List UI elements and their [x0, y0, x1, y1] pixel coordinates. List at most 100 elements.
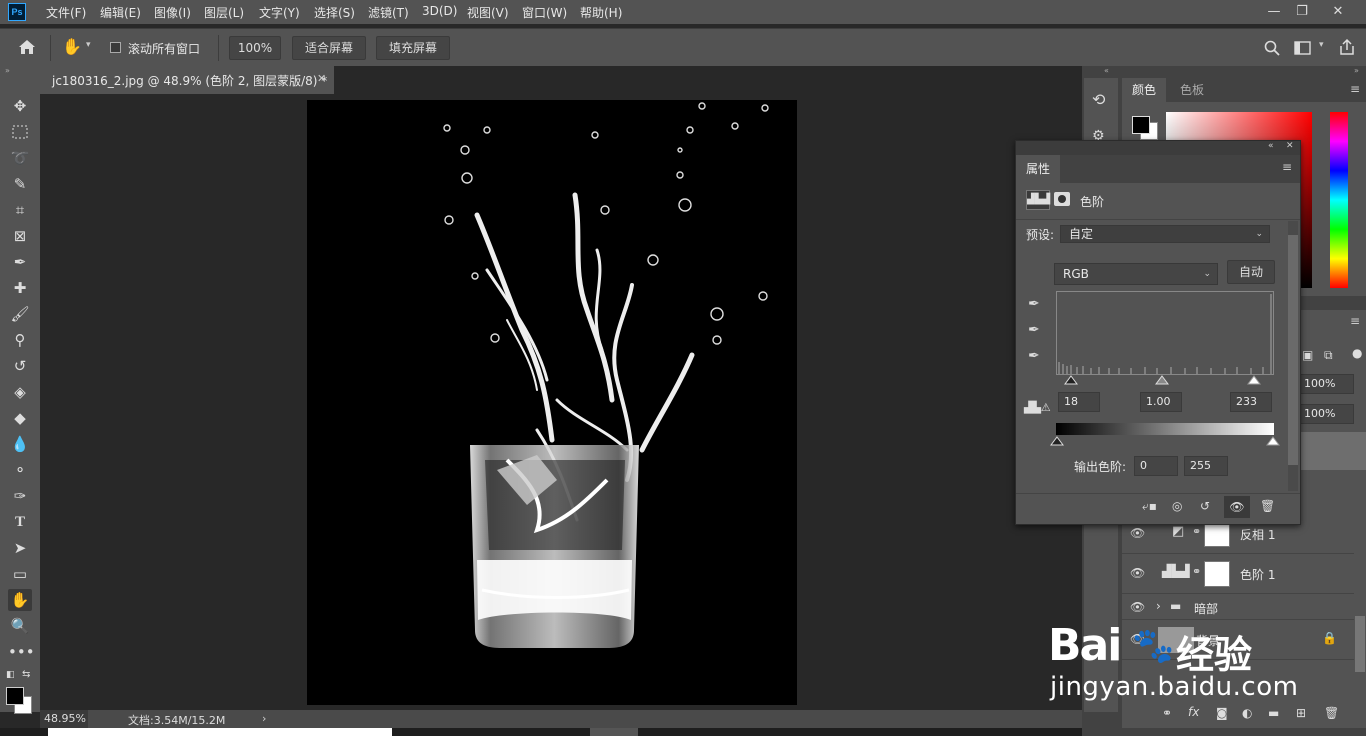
- collapse-icon[interactable]: «: [1104, 66, 1109, 75]
- trash-icon[interactable]: 🗑: [1260, 499, 1275, 513]
- layer-row[interactable]: 👁 ▟▙▟ ⚭ 色阶 1: [1122, 554, 1354, 594]
- more-tools-icon[interactable]: •••: [8, 641, 35, 663]
- marquee-tool-icon[interactable]: [8, 121, 32, 143]
- mask-icon[interactable]: [1054, 192, 1070, 206]
- type-tool-icon[interactable]: T: [8, 511, 32, 533]
- visibility-toggle-icon[interactable]: 👁: [1224, 496, 1250, 518]
- layer-name[interactable]: 反相 1: [1240, 526, 1275, 543]
- pen-tool-icon[interactable]: ✑: [8, 485, 32, 507]
- panel-menu-icon[interactable]: ≡: [1350, 314, 1360, 328]
- fill-field[interactable]: 100%: [1298, 404, 1354, 424]
- document-tab[interactable]: jc180316_2.jpg @ 48.9% (色阶 2, 图层蒙版/8) *: [40, 66, 334, 94]
- clip-warning-icon[interactable]: ▟▙⚠: [1024, 401, 1051, 414]
- eye-icon[interactable]: 👁: [1130, 566, 1145, 580]
- lock-artboard-icon[interactable]: ⧉: [1324, 348, 1333, 363]
- output-black-field[interactable]: 0: [1134, 456, 1178, 476]
- tab-swatches[interactable]: 色板: [1170, 78, 1214, 102]
- hue-slider[interactable]: [1330, 112, 1348, 288]
- swap-colors-icon[interactable]: ⇆: [22, 669, 30, 680]
- menu-type[interactable]: 文字(Y): [259, 4, 300, 21]
- menu-file[interactable]: 文件(F): [46, 4, 86, 21]
- blur-tool-icon[interactable]: 💧: [8, 433, 32, 455]
- document-image[interactable]: [307, 100, 797, 705]
- default-colors-icon[interactable]: ◧: [6, 670, 15, 680]
- clip-to-layer-icon[interactable]: ⤶▪: [1142, 499, 1157, 514]
- input-black-field[interactable]: 18: [1058, 392, 1100, 412]
- zoom-tool-icon[interactable]: 🔍: [8, 615, 32, 637]
- gray-input-slider[interactable]: [1155, 375, 1169, 385]
- close-tab-icon[interactable]: ✕: [317, 72, 326, 85]
- move-tool-icon[interactable]: ✥: [8, 95, 32, 117]
- white-input-slider[interactable]: [1247, 375, 1261, 385]
- collapse-icon[interactable]: »: [5, 66, 10, 75]
- black-point-eyedropper-icon[interactable]: ✒: [1028, 296, 1040, 312]
- zoom-100-button[interactable]: 100%: [229, 36, 281, 60]
- share-icon[interactable]: [1338, 38, 1356, 56]
- lasso-tool-icon[interactable]: ➰: [8, 147, 32, 169]
- menu-view[interactable]: 视图(V): [467, 4, 509, 21]
- crop-tool-icon[interactable]: ⌗: [8, 199, 32, 221]
- chevron-right-icon[interactable]: ›: [1156, 599, 1161, 613]
- fill-screen-button[interactable]: 填充屏幕: [376, 36, 450, 60]
- new-layer-icon[interactable]: ⊞: [1296, 706, 1306, 720]
- black-output-slider[interactable]: [1050, 436, 1064, 446]
- link-layers-icon[interactable]: ⚭: [1162, 706, 1172, 720]
- minimize-icon[interactable]: —: [1262, 2, 1286, 22]
- close-icon[interactable]: ✕: [1286, 141, 1294, 151]
- menu-image[interactable]: 图像(I): [154, 4, 191, 21]
- photoshop-logo[interactable]: Ps: [8, 3, 26, 21]
- lock-position-icon[interactable]: ●: [1352, 346, 1362, 360]
- panel-menu-icon[interactable]: ≡: [1282, 160, 1292, 174]
- add-mask-icon[interactable]: ◙: [1216, 706, 1228, 720]
- chevron-down-icon[interactable]: ▾: [86, 40, 91, 50]
- eyedropper-tool-icon[interactable]: ✒: [8, 251, 32, 273]
- channel-dropdown[interactable]: RGB ⌄: [1054, 263, 1218, 285]
- menu-edit[interactable]: 编辑(E): [100, 4, 141, 21]
- menu-filter[interactable]: 滤镜(T): [368, 4, 409, 21]
- new-group-icon[interactable]: ▬: [1268, 706, 1279, 720]
- restore-icon[interactable]: ❐: [1290, 2, 1314, 22]
- tab-color[interactable]: 颜色: [1122, 78, 1166, 102]
- layer-mask-thumbnail[interactable]: [1204, 561, 1230, 587]
- white-output-slider[interactable]: [1266, 436, 1280, 446]
- opacity-field[interactable]: 100%: [1298, 374, 1354, 394]
- brush-tool-icon[interactable]: 🖌: [8, 303, 32, 325]
- history-panel-icon[interactable]: ⟲: [1092, 90, 1105, 109]
- black-input-slider[interactable]: [1064, 375, 1078, 385]
- collapse-icon[interactable]: »: [1354, 66, 1359, 75]
- close-icon[interactable]: ✕: [1326, 2, 1350, 22]
- layer-name[interactable]: 色阶 1: [1240, 566, 1275, 583]
- properties-scrollbar[interactable]: [1288, 221, 1298, 491]
- lock-all-icon[interactable]: ▣: [1302, 348, 1313, 362]
- home-icon[interactable]: [18, 39, 36, 55]
- menu-window[interactable]: 窗口(W): [522, 4, 567, 21]
- stamp-tool-icon[interactable]: ⚲: [8, 329, 32, 351]
- trash-icon[interactable]: 🗑: [1324, 706, 1339, 720]
- tab-properties[interactable]: 属性: [1016, 155, 1060, 183]
- healing-brush-tool-icon[interactable]: ✚: [8, 277, 32, 299]
- scroll-all-checkbox[interactable]: [110, 42, 121, 53]
- menu-3d[interactable]: 3D(D): [422, 4, 457, 18]
- dodge-tool-icon[interactable]: ⚬: [8, 459, 32, 481]
- frame-tool-icon[interactable]: ⊠: [8, 225, 32, 247]
- eye-icon[interactable]: 👁: [1130, 526, 1145, 540]
- input-white-field[interactable]: 233: [1230, 392, 1272, 412]
- gray-point-eyedropper-icon[interactable]: ✒: [1028, 322, 1040, 338]
- eraser-tool-icon[interactable]: ◈: [8, 381, 32, 403]
- link-icon[interactable]: ⚭: [1192, 565, 1201, 578]
- layer-name[interactable]: 暗部: [1194, 600, 1218, 617]
- preset-dropdown[interactable]: 自定 ⌄: [1060, 225, 1270, 243]
- menu-select[interactable]: 选择(S): [314, 4, 355, 21]
- auto-button[interactable]: 自动: [1227, 260, 1275, 284]
- eye-icon[interactable]: 👁: [1130, 600, 1145, 614]
- panel-header[interactable]: « ✕: [1016, 141, 1300, 155]
- paint-bucket-tool-icon[interactable]: ◆: [8, 407, 32, 429]
- search-icon[interactable]: [1264, 40, 1280, 56]
- fx-icon[interactable]: fx: [1188, 705, 1199, 719]
- collapse-icon[interactable]: «: [1268, 141, 1274, 151]
- rectangle-tool-icon[interactable]: ▭: [8, 563, 32, 585]
- layer-group-row[interactable]: 👁 › ▬ 暗部: [1122, 594, 1354, 620]
- chevron-down-icon[interactable]: ▾: [1319, 40, 1324, 50]
- hand-tool-preset-icon[interactable]: ✋: [62, 37, 82, 56]
- view-previous-icon[interactable]: ◎: [1172, 499, 1182, 513]
